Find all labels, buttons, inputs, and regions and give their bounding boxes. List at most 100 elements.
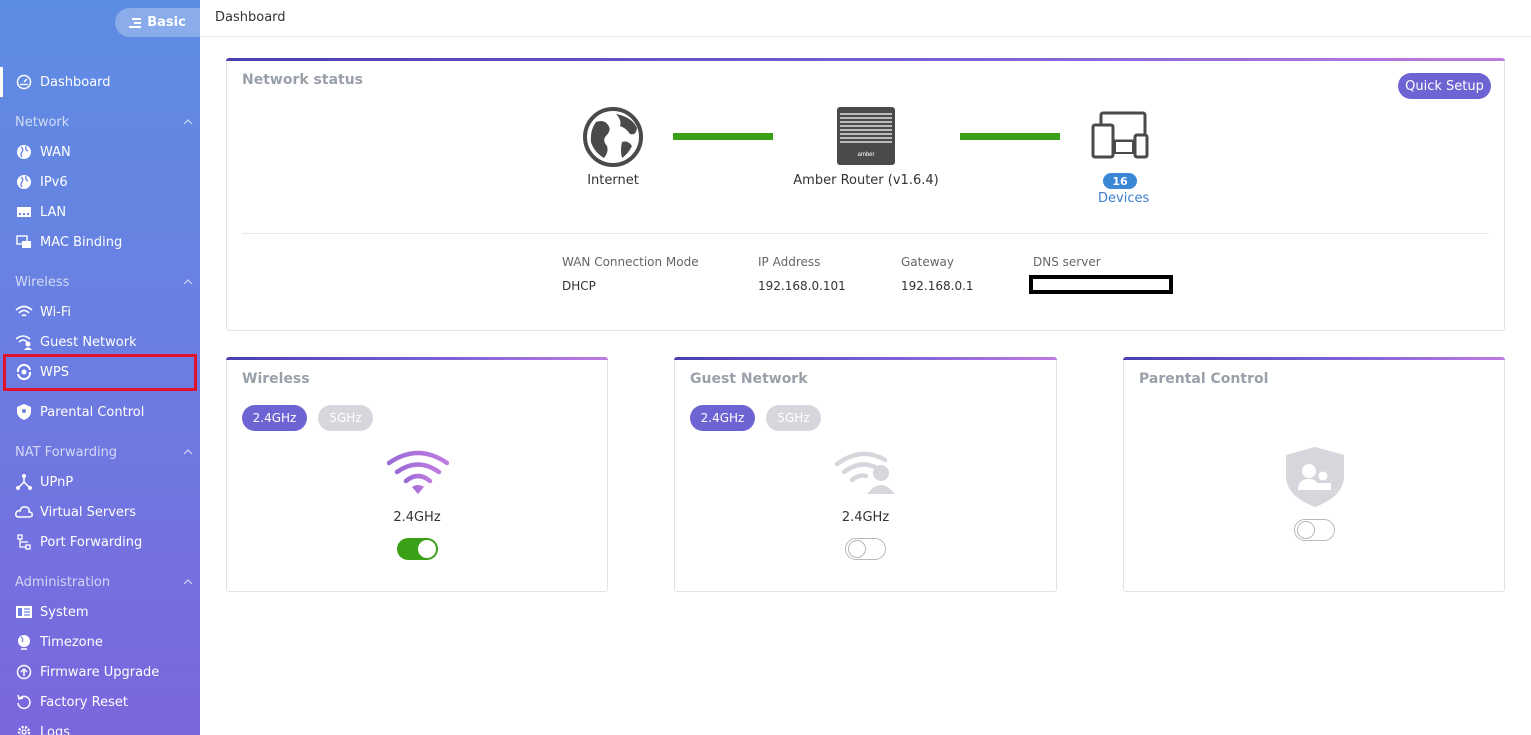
guest-network-toggle[interactable]	[845, 538, 886, 560]
sidebar-item-timezone[interactable]: Timezone	[0, 627, 200, 657]
chevron-up-icon	[183, 579, 193, 585]
ip-address-info: IP Address 192.168.0.101	[758, 255, 846, 293]
parental-control-toggle[interactable]	[1294, 519, 1335, 541]
internet-globe-icon[interactable]	[582, 106, 644, 168]
sidebar-item-label: Port Forwarding	[40, 534, 143, 550]
sidebar-item-label: WAN	[40, 144, 71, 160]
guest-tab-5ghz[interactable]: 5GHz	[766, 405, 821, 431]
toggle-knob	[848, 540, 866, 558]
card-title: Network status	[242, 72, 364, 88]
basic-mode-button[interactable]: Basic	[115, 8, 200, 37]
parental-shield-icon	[1286, 447, 1344, 507]
wireless-tab-5ghz[interactable]: 5GHz	[318, 405, 373, 431]
wifi-icon	[15, 303, 33, 321]
sidebar-item-wan[interactable]: WAN	[0, 137, 200, 167]
wireless-toggle[interactable]	[397, 538, 438, 560]
sidebar-item-port-forwarding[interactable]: Port Forwarding	[0, 527, 200, 557]
chevron-up-icon	[183, 119, 193, 125]
sidebar-item-label: IPv6	[40, 174, 68, 190]
section-label: Administration	[15, 574, 111, 590]
sidebar-item-label: Dashboard	[40, 74, 111, 90]
sidebar-item-mac-binding[interactable]: MAC Binding	[0, 227, 200, 257]
guest-network-card: Guest Network 2.4GHz 5GHz 2.4GHz	[674, 357, 1057, 592]
firmware-upgrade-icon	[15, 663, 33, 681]
sidebar-item-label: System	[40, 604, 89, 620]
guest-wifi-icon	[15, 333, 33, 351]
devices-icon[interactable]	[1091, 111, 1149, 159]
section-wireless[interactable]: Wireless	[15, 272, 195, 292]
sidebar-item-label: UPnP	[40, 474, 74, 490]
gateway-label: Gateway	[901, 255, 955, 269]
sidebar-item-virtual-servers[interactable]: Virtual Servers	[0, 497, 200, 527]
sidebar: Basic Dashboard Network WAN IPv6 LAN MAC…	[0, 0, 200, 735]
globe-icon	[15, 633, 33, 651]
sidebar-item-dashboard[interactable]: Dashboard	[0, 67, 200, 97]
sidebar-item-ipv6[interactable]: IPv6	[0, 167, 200, 197]
quick-setup-button[interactable]: Quick Setup	[1398, 73, 1491, 99]
toggle-knob	[418, 540, 436, 558]
devices-link[interactable]: Devices	[1098, 191, 1149, 206]
divider	[242, 233, 1489, 234]
chevron-up-icon	[183, 449, 193, 455]
system-icon	[15, 603, 33, 621]
guest-band-label: 2.4GHz	[841, 510, 890, 525]
sidebar-item-upnp[interactable]: UPnP	[0, 467, 200, 497]
globe-icon	[15, 143, 33, 161]
sidebar-item-system[interactable]: System	[0, 597, 200, 627]
section-network[interactable]: Network	[15, 112, 195, 132]
wireless-band-label: 2.4GHz	[393, 510, 441, 525]
sidebar-item-label: LAN	[40, 204, 67, 220]
sidebar-item-label: Wi-Fi	[40, 304, 72, 320]
sidebar-item-label: Parental Control	[40, 404, 145, 420]
breadcrumb: Dashboard	[215, 10, 286, 25]
globe-icon	[15, 173, 33, 191]
wireless-card: Wireless 2.4GHz 5GHz 2.4GHz	[226, 357, 608, 592]
sidebar-item-logs[interactable]: Logs	[0, 717, 200, 735]
router-label: Amber Router (v1.6.4)	[793, 173, 939, 188]
reset-icon	[15, 693, 33, 711]
wan-mode-label: WAN Connection Mode	[562, 255, 699, 269]
guest-wifi-icon	[835, 451, 895, 494]
ip-address-value: 192.168.0.101	[758, 279, 846, 293]
sidebar-item-label: Guest Network	[40, 334, 137, 350]
section-label: Wireless	[15, 274, 70, 290]
router-icon[interactable]: amber	[836, 106, 896, 166]
gear-icon	[15, 723, 33, 735]
router-brand: amber	[857, 152, 874, 158]
card-title: Guest Network	[690, 371, 808, 387]
section-nat-forwarding[interactable]: NAT Forwarding	[15, 442, 195, 462]
section-label: NAT Forwarding	[15, 444, 118, 460]
devices-link-line	[960, 133, 1060, 140]
basic-mode-label: Basic	[147, 15, 186, 30]
topbar: Dashboard	[200, 0, 1531, 37]
dns-redacted-box	[1029, 275, 1173, 294]
port-forwarding-icon	[15, 533, 33, 551]
mac-binding-icon	[15, 233, 33, 251]
sidebar-item-label: MAC Binding	[40, 234, 123, 250]
sidebar-item-firmware-upgrade[interactable]: Firmware Upgrade	[0, 657, 200, 687]
device-count-badge: 16	[1103, 173, 1137, 189]
section-administration[interactable]: Administration	[15, 572, 195, 592]
sidebar-item-label: Timezone	[40, 634, 103, 650]
shield-icon	[15, 403, 33, 421]
dashboard-icon	[15, 73, 33, 91]
parental-control-card: Parental Control	[1123, 357, 1505, 592]
upnp-icon	[15, 473, 33, 491]
sidebar-item-wifi[interactable]: Wi-Fi	[0, 297, 200, 327]
wan-mode-value: DHCP	[562, 279, 596, 293]
wps-highlight-box	[3, 354, 197, 391]
chevron-up-icon	[183, 279, 193, 285]
wireless-tab-2-4ghz[interactable]: 2.4GHz	[242, 405, 307, 431]
guest-tab-2-4ghz[interactable]: 2.4GHz	[690, 405, 755, 431]
sidebar-item-parental-control[interactable]: Parental Control	[0, 397, 200, 427]
sidebar-item-lan[interactable]: LAN	[0, 197, 200, 227]
gateway-info: Gateway 192.168.0.1	[901, 255, 974, 293]
ip-address-label: IP Address	[758, 255, 821, 269]
network-status-card: Network status Quick Setup Internet ambe…	[226, 58, 1505, 331]
dns-label: DNS server	[1033, 255, 1101, 269]
lan-icon	[15, 203, 33, 221]
toggle-knob	[1297, 521, 1315, 539]
sidebar-item-label: Logs	[40, 724, 70, 735]
sidebar-item-factory-reset[interactable]: Factory Reset	[0, 687, 200, 717]
sidebar-item-guest-network[interactable]: Guest Network	[0, 327, 200, 357]
